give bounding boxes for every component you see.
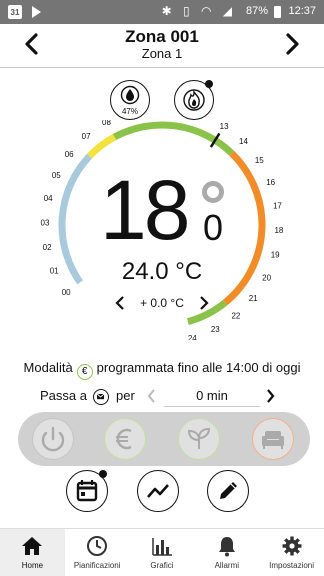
chevron-right-icon[interactable] [196, 295, 210, 311]
pencil-icon [219, 481, 237, 499]
mode-status: Modalità € programmata fino alle 14:00 di … [0, 360, 324, 380]
home-icon [22, 537, 43, 555]
mode-text: programmata fino alle 14:00 di oggi [96, 360, 301, 375]
dial-tick-label: 24 [188, 334, 197, 340]
off-mode-button[interactable] [32, 418, 74, 460]
chevron-right-icon[interactable] [278, 30, 306, 58]
comfort-mode-button[interactable] [252, 418, 294, 460]
mode-prefix: Modalità [23, 360, 73, 375]
offset-control: + 0.0 °C [110, 294, 214, 312]
tab-label: Home [21, 561, 44, 570]
bottom-tab-bar: Home Pianificazioni Grafici Allarmi Impo… [0, 528, 324, 576]
offset-value: + 0.0 °C [140, 296, 184, 310]
pass-to-row: Passa a per 0 min [0, 385, 324, 407]
zone-title: Zona 001 [125, 27, 199, 46]
trend-button[interactable] [137, 470, 179, 512]
dial-tick-label: 15 [255, 156, 264, 165]
euro-icon: € [76, 364, 93, 380]
dial-tick-label: 07 [82, 132, 91, 141]
dial-tick-label: 17 [273, 202, 282, 211]
dial-tick-label: 23 [211, 325, 220, 334]
tab-charts[interactable]: Grafici [130, 529, 195, 576]
tab-home[interactable]: Home [0, 529, 65, 576]
pass-to-label: Passa a [40, 388, 87, 403]
mode-buttons-bar [18, 412, 310, 466]
chevron-right-icon[interactable] [264, 388, 276, 404]
bar-chart-icon [152, 538, 172, 556]
tab-settings[interactable]: Impostazioni [259, 529, 324, 576]
play-icon [32, 6, 41, 18]
battery-icon [274, 6, 281, 18]
setpoint-decimal: 0 [203, 207, 224, 248]
edit-button[interactable] [207, 470, 249, 512]
dial-tick-label: 03 [41, 218, 50, 227]
humidity-button[interactable]: 47% [110, 80, 150, 120]
system-icons: ✱ ▯ ◠ ◢ [161, 4, 236, 18]
degree-symbol [202, 181, 224, 203]
dial-tick-label: 04 [44, 194, 53, 203]
dial-tick-label: 06 [65, 150, 74, 159]
arc-segment-low [86, 133, 117, 159]
flame-icon [182, 88, 205, 111]
schedule-button[interactable] [66, 470, 108, 512]
tab-label: Impostazioni [269, 561, 315, 570]
dial-tick-label: 16 [266, 178, 275, 187]
setpoint-integer: 18 [100, 163, 190, 257]
calendar-notification-icon: 31 [8, 5, 22, 19]
zone-subtitle: Zona 1 [141, 46, 183, 61]
tab-label: Pianificazioni [73, 561, 121, 570]
zone-header: Zona 001 Zona 1 [0, 24, 324, 68]
tab-label: Allarmi [214, 561, 240, 570]
humidity-value: 47% [121, 107, 138, 116]
arc-segment-mid [112, 121, 235, 156]
duration-divider [164, 406, 260, 407]
chart-line-icon [146, 483, 169, 498]
leaf-icon [187, 427, 210, 449]
calendar-icon [76, 479, 97, 501]
dial-tick-label: 22 [231, 312, 240, 321]
gear-icon [282, 536, 302, 556]
envelope-icon [96, 393, 105, 400]
measured-temperature: 24.0 °C [121, 258, 203, 285]
tab-label: Grafici [150, 561, 174, 570]
clock-icon [87, 536, 108, 556]
heating-button[interactable] [174, 80, 214, 120]
dial-tick-label: 08 [102, 120, 111, 127]
tab-alarms[interactable]: Allarmi [194, 529, 259, 576]
mode-selector-icon[interactable] [93, 389, 109, 405]
dial-tick-label: 21 [249, 294, 258, 303]
eco-mode-button[interactable] [178, 418, 220, 460]
dial-tick-label: 14 [239, 137, 248, 146]
dial-tick-label: 18 [274, 226, 283, 235]
tab-schedules[interactable]: Pianificazioni [65, 529, 130, 576]
per-label: per [116, 388, 135, 403]
status-bar: 31 ✱ ▯ ◠ ◢ 87% 12:37 [0, 0, 324, 24]
battery-percent: 87% [246, 5, 269, 17]
sofa-icon [261, 430, 284, 449]
chevron-left-icon[interactable] [146, 388, 158, 404]
dial-tick-label: 13 [220, 122, 229, 131]
euro-icon [115, 428, 132, 449]
bell-icon [218, 537, 235, 557]
chevron-left-icon[interactable] [114, 295, 128, 311]
economy-mode-button[interactable] [104, 418, 146, 460]
power-icon [41, 426, 64, 451]
clock-time: 12:37 [288, 5, 316, 17]
dial-tick-label: 05 [52, 171, 61, 180]
dial-tick-label: 00 [62, 288, 71, 297]
dial-tick-label: 02 [43, 243, 52, 252]
duration-value: 0 min [196, 388, 228, 403]
